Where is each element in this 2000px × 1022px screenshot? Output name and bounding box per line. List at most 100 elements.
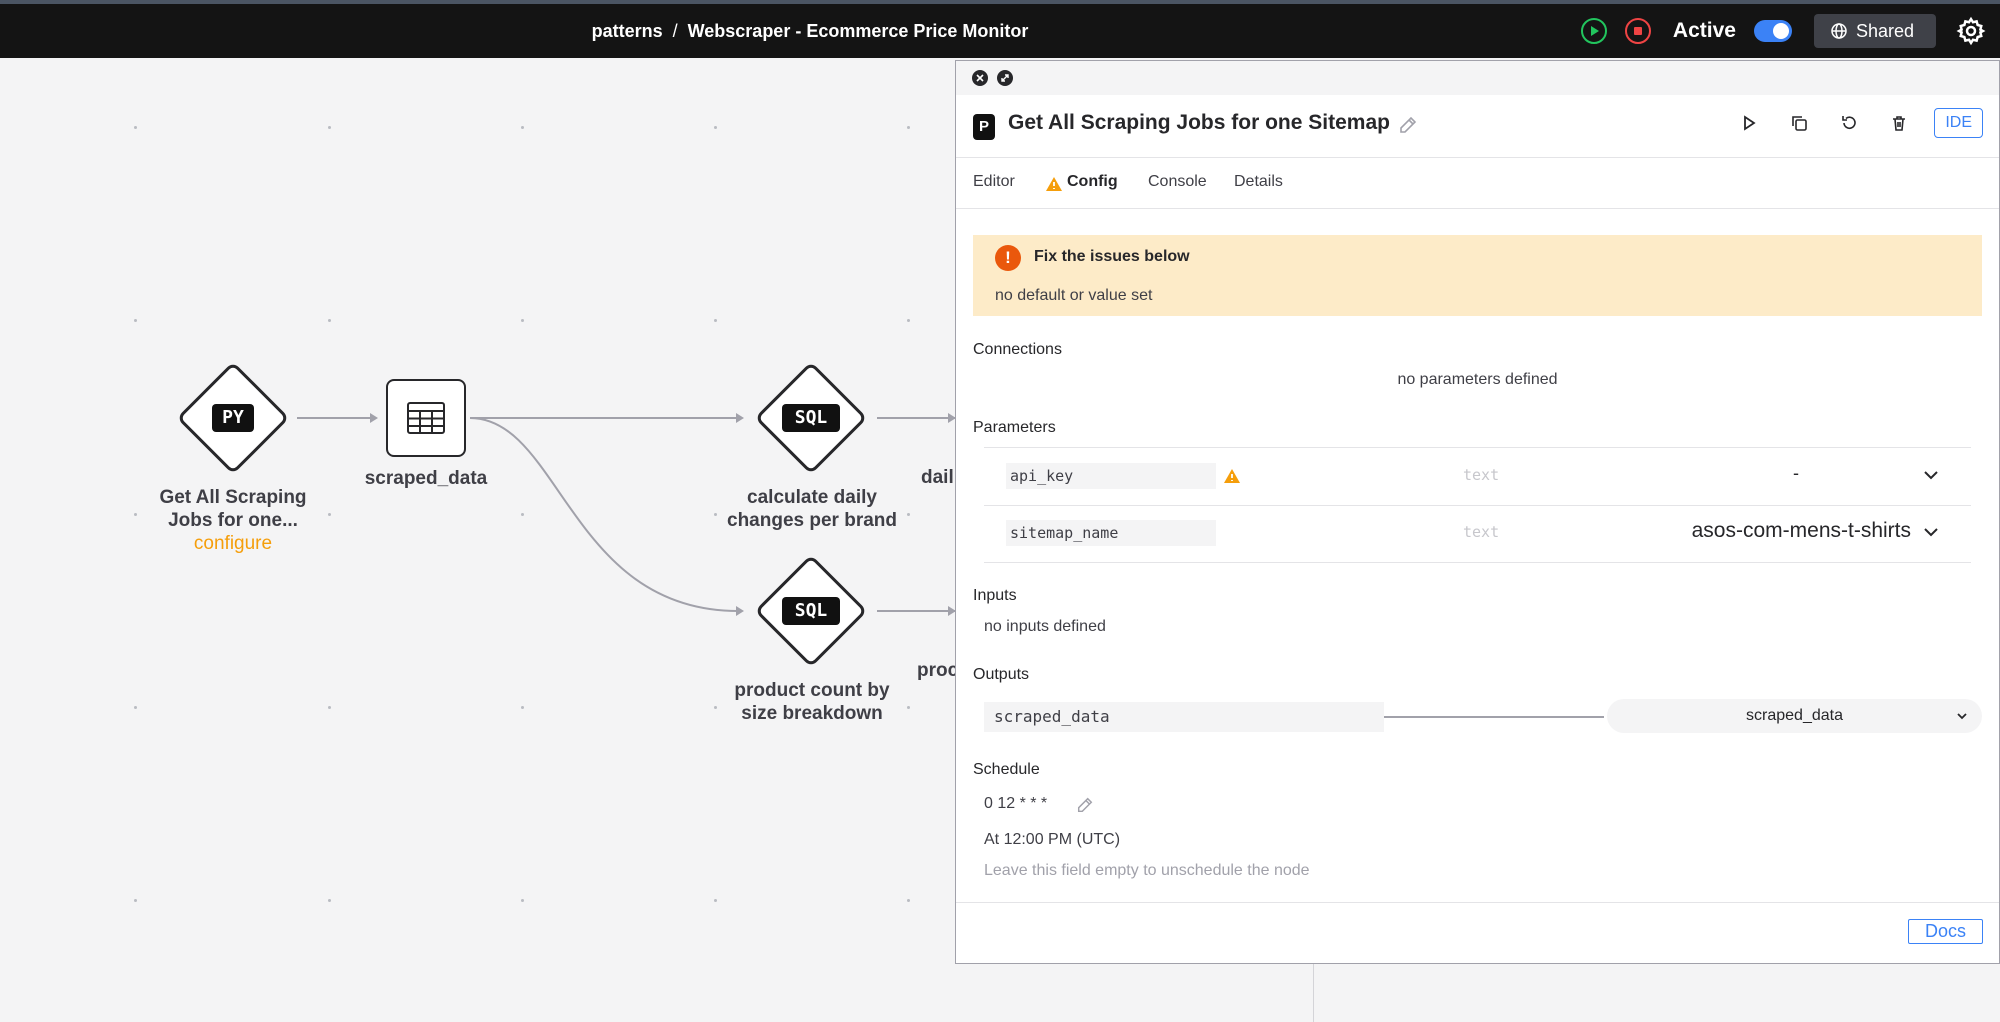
shared-button[interactable]: Shared xyxy=(1813,14,1936,48)
panel-title: Get All Scraping Jobs for one Sitemap xyxy=(1008,111,1390,134)
expand-panel-button[interactable] xyxy=(997,70,1013,86)
close-panel-button[interactable] xyxy=(972,70,988,86)
grid-dot xyxy=(907,899,910,902)
sql-node-daily-badge: SQL xyxy=(782,404,840,432)
breadcrumb: patterns / Webscraper - Ecommerce Price … xyxy=(0,4,1620,58)
schedule-heading: Schedule xyxy=(973,761,1040,778)
run-button[interactable] xyxy=(1580,18,1607,44)
active-toggle[interactable] xyxy=(1753,20,1792,42)
issues-alert-message: no default or value set xyxy=(995,287,1153,304)
hidden-node-label-product[interactable]: proc xyxy=(917,660,958,682)
python-node-label[interactable]: Get All Scraping Jobs for one... configu… xyxy=(133,486,333,555)
top-bar: patterns / Webscraper - Ecommerce Price … xyxy=(0,0,2000,58)
panel-tabs: Editor Config Console Details xyxy=(956,158,1999,209)
inputs-heading: Inputs xyxy=(973,587,1017,604)
delete-node-button[interactable] xyxy=(1884,108,1914,138)
tab-details[interactable]: Details xyxy=(1234,173,1283,191)
toggle-knob xyxy=(1772,23,1789,39)
run-node-button[interactable] xyxy=(1734,108,1764,138)
output-target-select[interactable]: scraped_data xyxy=(1607,699,1982,733)
grid-dot xyxy=(714,899,717,902)
param-type-api-key: text xyxy=(1463,466,1500,484)
breadcrumb-workspace[interactable]: patterns xyxy=(592,21,663,42)
output-target-value: scraped_data xyxy=(1746,707,1843,724)
edit-title-icon[interactable] xyxy=(1398,115,1418,135)
sql-node-daily-label-line2: changes per brand xyxy=(727,510,897,531)
table-icon xyxy=(407,402,445,434)
grid-dot xyxy=(521,899,524,902)
inputs-empty: no inputs defined xyxy=(984,618,1106,635)
schedule-hint: Leave this field empty to unschedule the… xyxy=(984,862,1310,879)
docs-button[interactable]: Docs xyxy=(1907,919,1983,944)
sql-node-size-label[interactable]: product count by size breakdown xyxy=(701,679,923,725)
breadcrumb-separator: / xyxy=(672,20,678,41)
trash-icon xyxy=(1893,116,1906,131)
play-icon xyxy=(1744,115,1756,131)
active-label: Active xyxy=(1672,19,1736,42)
sql-node-size-label-line1: product count by xyxy=(734,680,890,701)
param-value-api-key[interactable]: - xyxy=(1776,463,1816,484)
arrowhead xyxy=(736,606,744,616)
globe-icon xyxy=(1831,23,1847,39)
row-divider xyxy=(984,505,1971,506)
connections-empty: no parameters defined xyxy=(1397,371,1558,388)
node-config-panel: P Get All Scraping Jobs for one Sitemap … xyxy=(955,60,2000,964)
ide-button[interactable]: IDE xyxy=(1934,108,1983,138)
panel-header: P Get All Scraping Jobs for one Sitemap … xyxy=(956,95,1999,158)
play-icon xyxy=(1590,26,1599,36)
table-node-label[interactable]: scraped_data xyxy=(336,467,516,490)
chevron-down-icon xyxy=(1957,713,1967,720)
grid-dot xyxy=(134,899,137,902)
sql-node-daily-label-line1: calculate daily xyxy=(747,487,877,508)
breadcrumb-app-title[interactable]: Webscraper - Ecommerce Price Monitor xyxy=(688,21,1029,42)
arrowhead xyxy=(370,413,378,423)
copy-icon xyxy=(1792,116,1808,131)
stop-icon xyxy=(1633,27,1642,35)
warning-icon xyxy=(1046,177,1062,191)
hidden-node-label-daily[interactable]: dail xyxy=(921,467,954,489)
expand-icon xyxy=(1001,74,1009,82)
chevron-down-icon[interactable] xyxy=(1923,469,1939,481)
duplicate-node-button[interactable] xyxy=(1784,108,1814,138)
arrowhead xyxy=(736,413,744,423)
tab-console[interactable]: Console xyxy=(1148,173,1207,191)
table-node[interactable] xyxy=(386,379,466,457)
sql-node-size-badge: SQL xyxy=(782,597,840,625)
tab-editor[interactable]: Editor xyxy=(973,173,1015,191)
output-name: scraped_data xyxy=(984,702,1384,732)
edit-schedule-icon[interactable] xyxy=(1076,796,1094,814)
sql-node-daily-label[interactable]: calculate daily changes per brand xyxy=(701,486,923,532)
grid-dot xyxy=(328,899,331,902)
param-name-sitemap-name: sitemap_name xyxy=(1006,520,1216,546)
gear-icon[interactable] xyxy=(1956,16,1986,46)
alert-icon: ! xyxy=(995,245,1021,271)
row-divider xyxy=(984,447,1971,448)
python-file-icon: P xyxy=(973,114,995,140)
output-connector xyxy=(1384,716,1604,718)
python-node-label-line2: Jobs for one... xyxy=(168,510,298,531)
issues-alert: ! Fix the issues below no default or val… xyxy=(973,235,1982,316)
connections-heading: Connections xyxy=(973,341,1062,358)
parameters-heading: Parameters xyxy=(973,419,1056,436)
param-value-sitemap-name[interactable]: asos-com-mens-t-shirts xyxy=(1566,519,1911,543)
issues-alert-title: Fix the issues below xyxy=(1034,248,1190,265)
chevron-down-icon[interactable] xyxy=(1923,526,1939,538)
configure-link[interactable]: configure xyxy=(133,532,333,555)
warning-icon xyxy=(1224,469,1240,483)
tab-config[interactable]: Config xyxy=(1067,173,1118,191)
python-node-label-line1: Get All Scraping xyxy=(159,487,307,508)
param-type-sitemap-name: text xyxy=(1463,523,1500,541)
row-divider xyxy=(984,562,1971,563)
stop-button[interactable] xyxy=(1624,18,1651,44)
python-node-badge: PY xyxy=(212,404,254,432)
panel-footer: Docs xyxy=(956,902,1999,963)
schedule-cron[interactable]: 0 12 * * * xyxy=(984,795,1047,813)
outputs-heading: Outputs xyxy=(973,666,1030,683)
shared-label: Shared xyxy=(1855,20,1914,41)
panel-window-bar xyxy=(956,61,1999,95)
undo-icon xyxy=(1842,116,1857,129)
close-icon xyxy=(976,74,984,82)
sql-node-size-label-line2: size breakdown xyxy=(741,703,883,724)
revert-node-button[interactable] xyxy=(1834,108,1864,138)
schedule-description: At 12:00 PM (UTC) xyxy=(984,831,1121,848)
